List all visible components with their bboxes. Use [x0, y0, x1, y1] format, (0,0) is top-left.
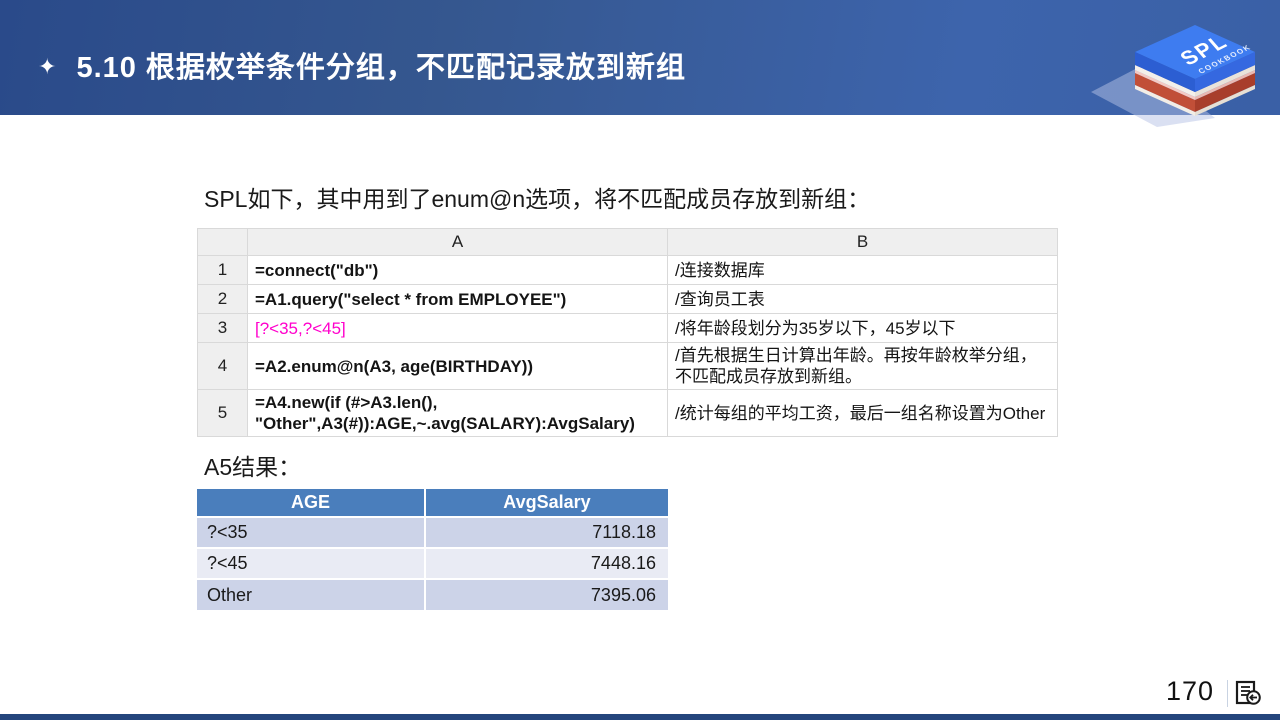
result-row: Other 7395.06 [197, 578, 668, 610]
spl-row-4: 4 =A2.enum@n(A3, age(BIRTHDAY)) /首先根据生日计… [197, 342, 1058, 390]
row-number: 3 [197, 313, 248, 343]
code-cell: =connect("db") [247, 255, 668, 285]
page-number: 170 [1165, 676, 1214, 706]
spl-row-3: 3 [?<35,?<45] /将年龄段划分为35岁以下，45岁以下 [197, 313, 1058, 343]
star-bullet-icon: ✦ [38, 54, 57, 79]
spl-row-2: 2 =A1.query("select * from EMPLOYEE") /查… [197, 284, 1058, 314]
avgsalary-cell: 7448.16 [425, 547, 668, 579]
return-to-contents-icon[interactable] [1234, 679, 1262, 707]
row-number: 2 [197, 284, 248, 314]
spl-row-5: 5 =A4.new(if (#>A3.len(), "Other",A3(#))… [197, 389, 1058, 437]
comment-cell: /首先根据生日计算出年龄。再按年龄枚举分组，不匹配成员存放到新组。 [667, 342, 1058, 390]
row-number: 5 [197, 389, 248, 437]
comment-cell: /统计每组的平均工资，最后一组名称设置为Other [667, 389, 1058, 437]
avgsalary-cell: 7118.18 [425, 516, 668, 548]
result-label: A5结果： [204, 454, 302, 480]
spl-row-1: 1 =connect("db") /连接数据库 [197, 255, 1058, 285]
bottom-accent-bar [0, 714, 1280, 720]
comment-cell: /将年龄段划分为35岁以下，45岁以下 [667, 313, 1058, 343]
result-table: AGE AvgSalary ?<35 7118.18 ?<45 7448.16 … [197, 489, 668, 610]
column-header-a: A [247, 228, 668, 256]
age-cell: Other [197, 578, 426, 610]
page-title: 5.10 根据枚举条件分组，不匹配记录放到新组 [76, 52, 686, 84]
row-number: 4 [197, 342, 248, 390]
avgsalary-cell: 7395.06 [425, 578, 668, 610]
footer-divider [1227, 680, 1228, 707]
age-cell: ?<45 [197, 547, 426, 579]
code-cell: =A4.new(if (#>A3.len(), "Other",A3(#)):A… [247, 389, 668, 437]
title-row: ✦ 5.10 根据枚举条件分组，不匹配记录放到新组 [38, 44, 686, 86]
spl-code-table: A B 1 =connect("db") /连接数据库 2 =A1.query(… [197, 228, 1058, 437]
age-cell: ?<35 [197, 516, 426, 548]
result-header-row: AGE AvgSalary [197, 489, 668, 517]
slide-header: ✦ 5.10 根据枚举条件分组，不匹配记录放到新组 SPL COOKBOOK [0, 0, 1280, 127]
spl-cookbook-logo: SPL COOKBOOK [1091, 25, 1255, 127]
column-header-b: B [667, 228, 1058, 256]
result-row: ?<35 7118.18 [197, 516, 668, 548]
intro-text: SPL如下，其中用到了enum@n选项，将不匹配成员存放到新组： [204, 186, 871, 212]
spl-header-row: A B [197, 228, 1058, 256]
result-header-age: AGE [197, 489, 426, 517]
code-cell-highlighted: [?<35,?<45] [247, 313, 668, 343]
row-number: 1 [197, 255, 248, 285]
comment-cell: /查询员工表 [667, 284, 1058, 314]
result-header-avgsalary: AvgSalary [425, 489, 668, 517]
result-row: ?<45 7448.16 [197, 547, 668, 579]
corner-cell [197, 228, 248, 256]
comment-cell: /连接数据库 [667, 255, 1058, 285]
code-cell: =A2.enum@n(A3, age(BIRTHDAY)) [247, 342, 668, 390]
code-cell: =A1.query("select * from EMPLOYEE") [247, 284, 668, 314]
